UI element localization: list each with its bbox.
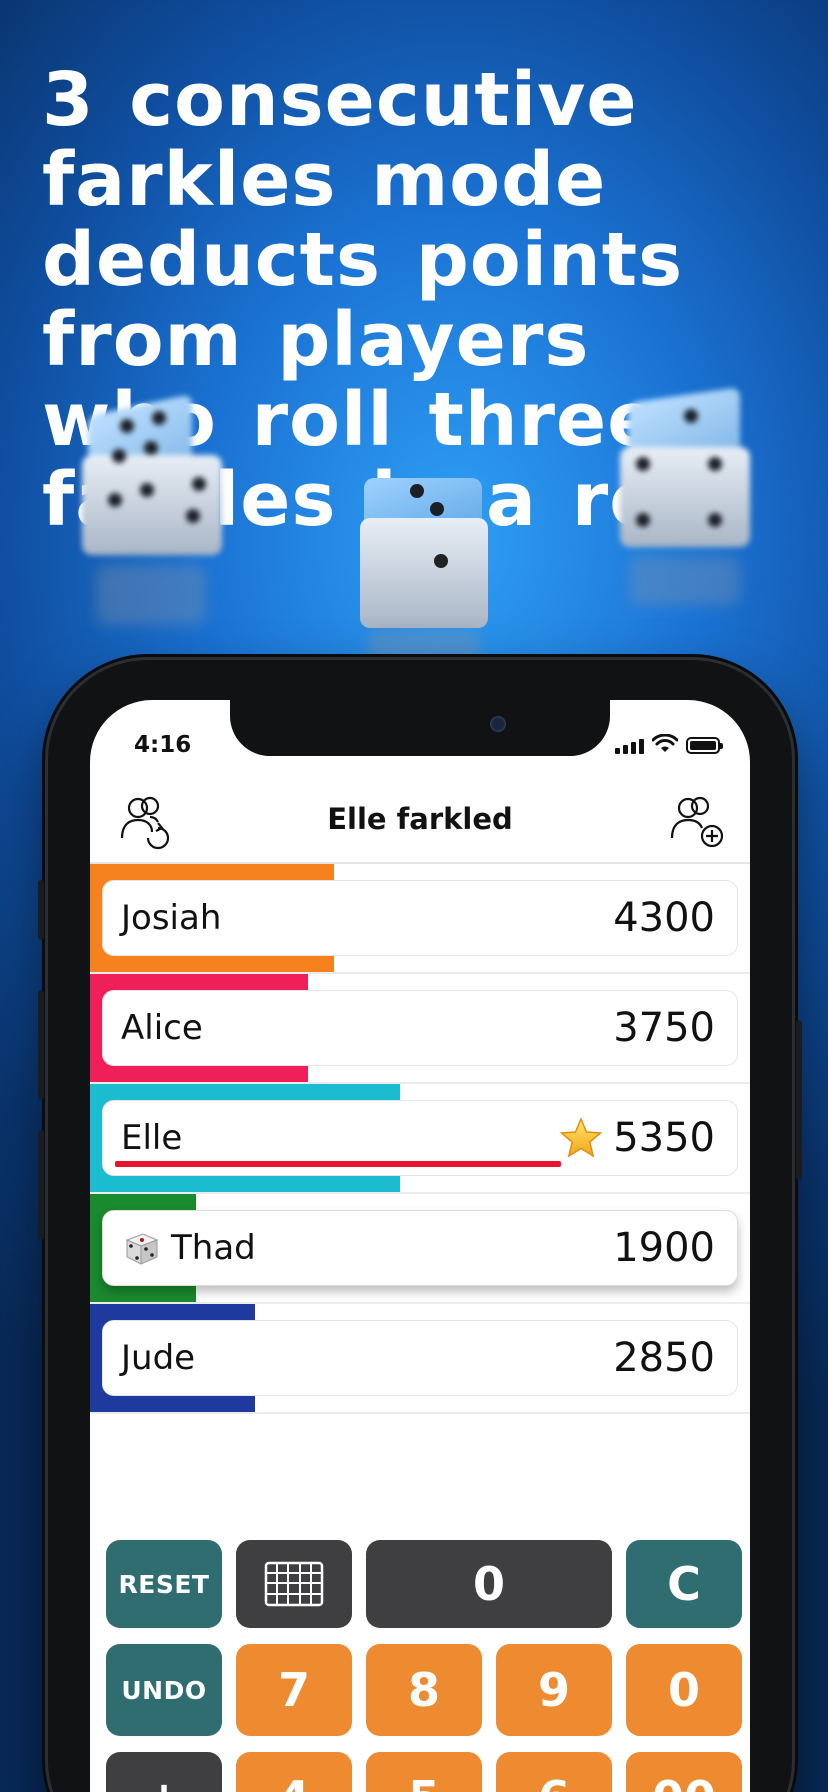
score-grid-icon xyxy=(264,1561,324,1607)
volume-down-button xyxy=(38,1130,44,1240)
die-left-icon xyxy=(82,393,222,625)
key-0[interactable]: 0 xyxy=(626,1644,742,1736)
plus-button[interactable]: + xyxy=(106,1752,222,1792)
app-bar: Elle farkled xyxy=(90,780,750,860)
player-score: 4300 xyxy=(613,895,715,941)
player-row[interactable]: Elle 5350 xyxy=(90,1084,750,1194)
undo-button[interactable]: UNDO xyxy=(106,1644,222,1736)
battery-icon xyxy=(686,737,723,754)
key-7[interactable]: 7 xyxy=(236,1644,352,1736)
farkle-indicator-line xyxy=(115,1161,561,1167)
player-card[interactable]: Thad 1900 xyxy=(102,1210,738,1286)
power-button xyxy=(796,1020,802,1180)
player-card[interactable]: Elle 5350 xyxy=(102,1100,738,1176)
add-user-icon[interactable] xyxy=(668,792,728,852)
status-time: 4:16 xyxy=(134,732,192,758)
player-name: Josiah xyxy=(121,898,222,938)
clear-button[interactable]: C xyxy=(626,1540,742,1628)
player-row[interactable]: Josiah 4300 xyxy=(90,864,750,974)
mute-switch xyxy=(38,880,44,940)
player-name: Alice xyxy=(121,1008,203,1048)
divider xyxy=(90,1412,750,1414)
score-grid-button[interactable] xyxy=(236,1540,352,1628)
reset-button[interactable]: RESET xyxy=(106,1540,222,1628)
player-name: Thad xyxy=(171,1228,256,1268)
player-score: 2850 xyxy=(613,1335,715,1381)
key-9[interactable]: 9 xyxy=(496,1644,612,1736)
player-row[interactable]: Jude 2850 xyxy=(90,1304,750,1414)
key-5[interactable]: 5 xyxy=(366,1752,482,1792)
wifi-icon xyxy=(652,734,678,752)
player-card[interactable]: Alice 3750 xyxy=(102,990,738,1066)
amount-display: 0 xyxy=(366,1540,612,1628)
notch xyxy=(230,700,610,756)
player-card[interactable]: Jude 2850 xyxy=(102,1320,738,1396)
die-right-icon xyxy=(620,387,750,605)
key-4[interactable]: 4 xyxy=(236,1752,352,1792)
player-name: Jude xyxy=(121,1338,196,1378)
player-row[interactable]: Thad 1900 xyxy=(90,1194,750,1304)
volume-up-button xyxy=(38,990,44,1100)
player-card[interactable]: Josiah 4300 xyxy=(102,880,738,956)
player-score: 1900 xyxy=(613,1225,715,1271)
player-score: 5350 xyxy=(613,1115,715,1161)
phone-screen: 4:16 Elle farkled Josiah 4300 Alice 3750… xyxy=(90,700,750,1792)
camera-icon xyxy=(490,716,506,732)
player-name: Elle xyxy=(121,1118,183,1158)
player-score: 3750 xyxy=(613,1005,715,1051)
star-icon xyxy=(559,1117,603,1158)
phone-frame: 4:16 Elle farkled Josiah 4300 Alice 3750… xyxy=(38,660,802,1792)
status-icons xyxy=(615,734,723,754)
die-icon xyxy=(125,1233,159,1265)
key-8[interactable]: 8 xyxy=(366,1644,482,1736)
key-6[interactable]: 6 xyxy=(496,1752,612,1792)
key-00[interactable]: 00 xyxy=(626,1752,742,1792)
signal-icon xyxy=(615,739,644,754)
page-title: Elle farkled xyxy=(327,802,513,836)
player-row[interactable]: Alice 3750 xyxy=(90,974,750,1084)
die-center-icon xyxy=(360,478,488,690)
